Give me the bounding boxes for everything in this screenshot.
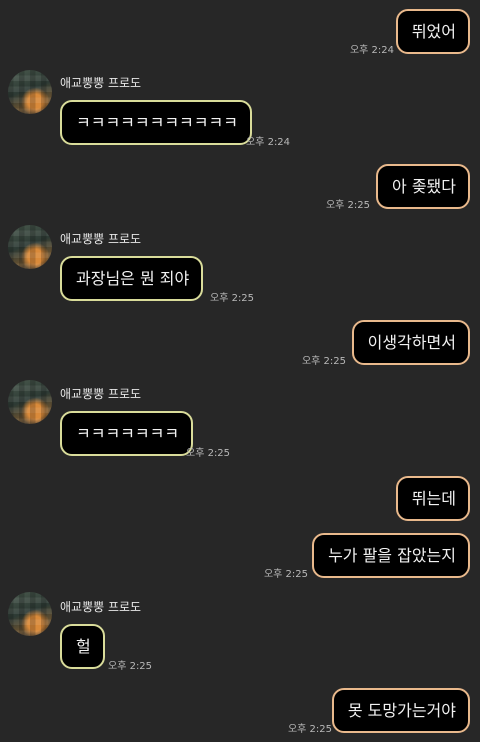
avatar[interactable]: [8, 380, 52, 424]
message-bubble[interactable]: 뛰는데: [395, 476, 470, 521]
message-bubble[interactable]: 과장님은 뭔 죄야: [60, 256, 204, 301]
message-bubble[interactable]: 뛰었어: [395, 9, 470, 54]
message-bubble[interactable]: ㅋㅋㅋㅋㅋㅋㅋㅋㅋㅋㅋ: [60, 100, 252, 145]
message-bubble[interactable]: 못 도망가는거야: [331, 688, 470, 733]
message-time: 오후 2:25: [301, 356, 346, 367]
sender-name: 애교뿡뿡 프로도: [60, 387, 142, 401]
message-bubble[interactable]: 누가 팔을 잡았는지: [312, 533, 470, 578]
sender-name: 애교뿡뿡 프로도: [60, 232, 142, 246]
message-bubble[interactable]: 헐: [60, 624, 105, 669]
message-time: 오후 2:24: [246, 137, 291, 148]
message-time: 오후 2:25: [287, 724, 332, 735]
message-time: 오후 2:25: [325, 200, 370, 211]
message-bubble[interactable]: 아 좆됐다: [376, 164, 470, 209]
chat-view[interactable]: 오후 2:24 뛰었어 애교뿡뿡 프로도 ㅋㅋㅋㅋㅋㅋㅋㅋㅋㅋㅋ 오후 2:24…: [0, 0, 480, 742]
message-bubble[interactable]: ㅋㅋㅋㅋㅋㅋㅋ: [60, 411, 194, 456]
avatar[interactable]: [8, 592, 52, 636]
message-bubble[interactable]: 이생각하면서: [351, 320, 470, 365]
message-time: 오후 2:25: [108, 661, 153, 672]
message-time: 오후 2:24: [349, 45, 394, 56]
message-time: 오후 2:25: [186, 448, 231, 459]
sender-name: 애교뿡뿡 프로도: [60, 76, 142, 90]
message-time: 오후 2:25: [263, 569, 308, 580]
avatar[interactable]: [8, 225, 52, 269]
message-time: 오후 2:25: [210, 293, 255, 304]
avatar[interactable]: [8, 70, 52, 114]
sender-name: 애교뿡뿡 프로도: [60, 600, 142, 614]
